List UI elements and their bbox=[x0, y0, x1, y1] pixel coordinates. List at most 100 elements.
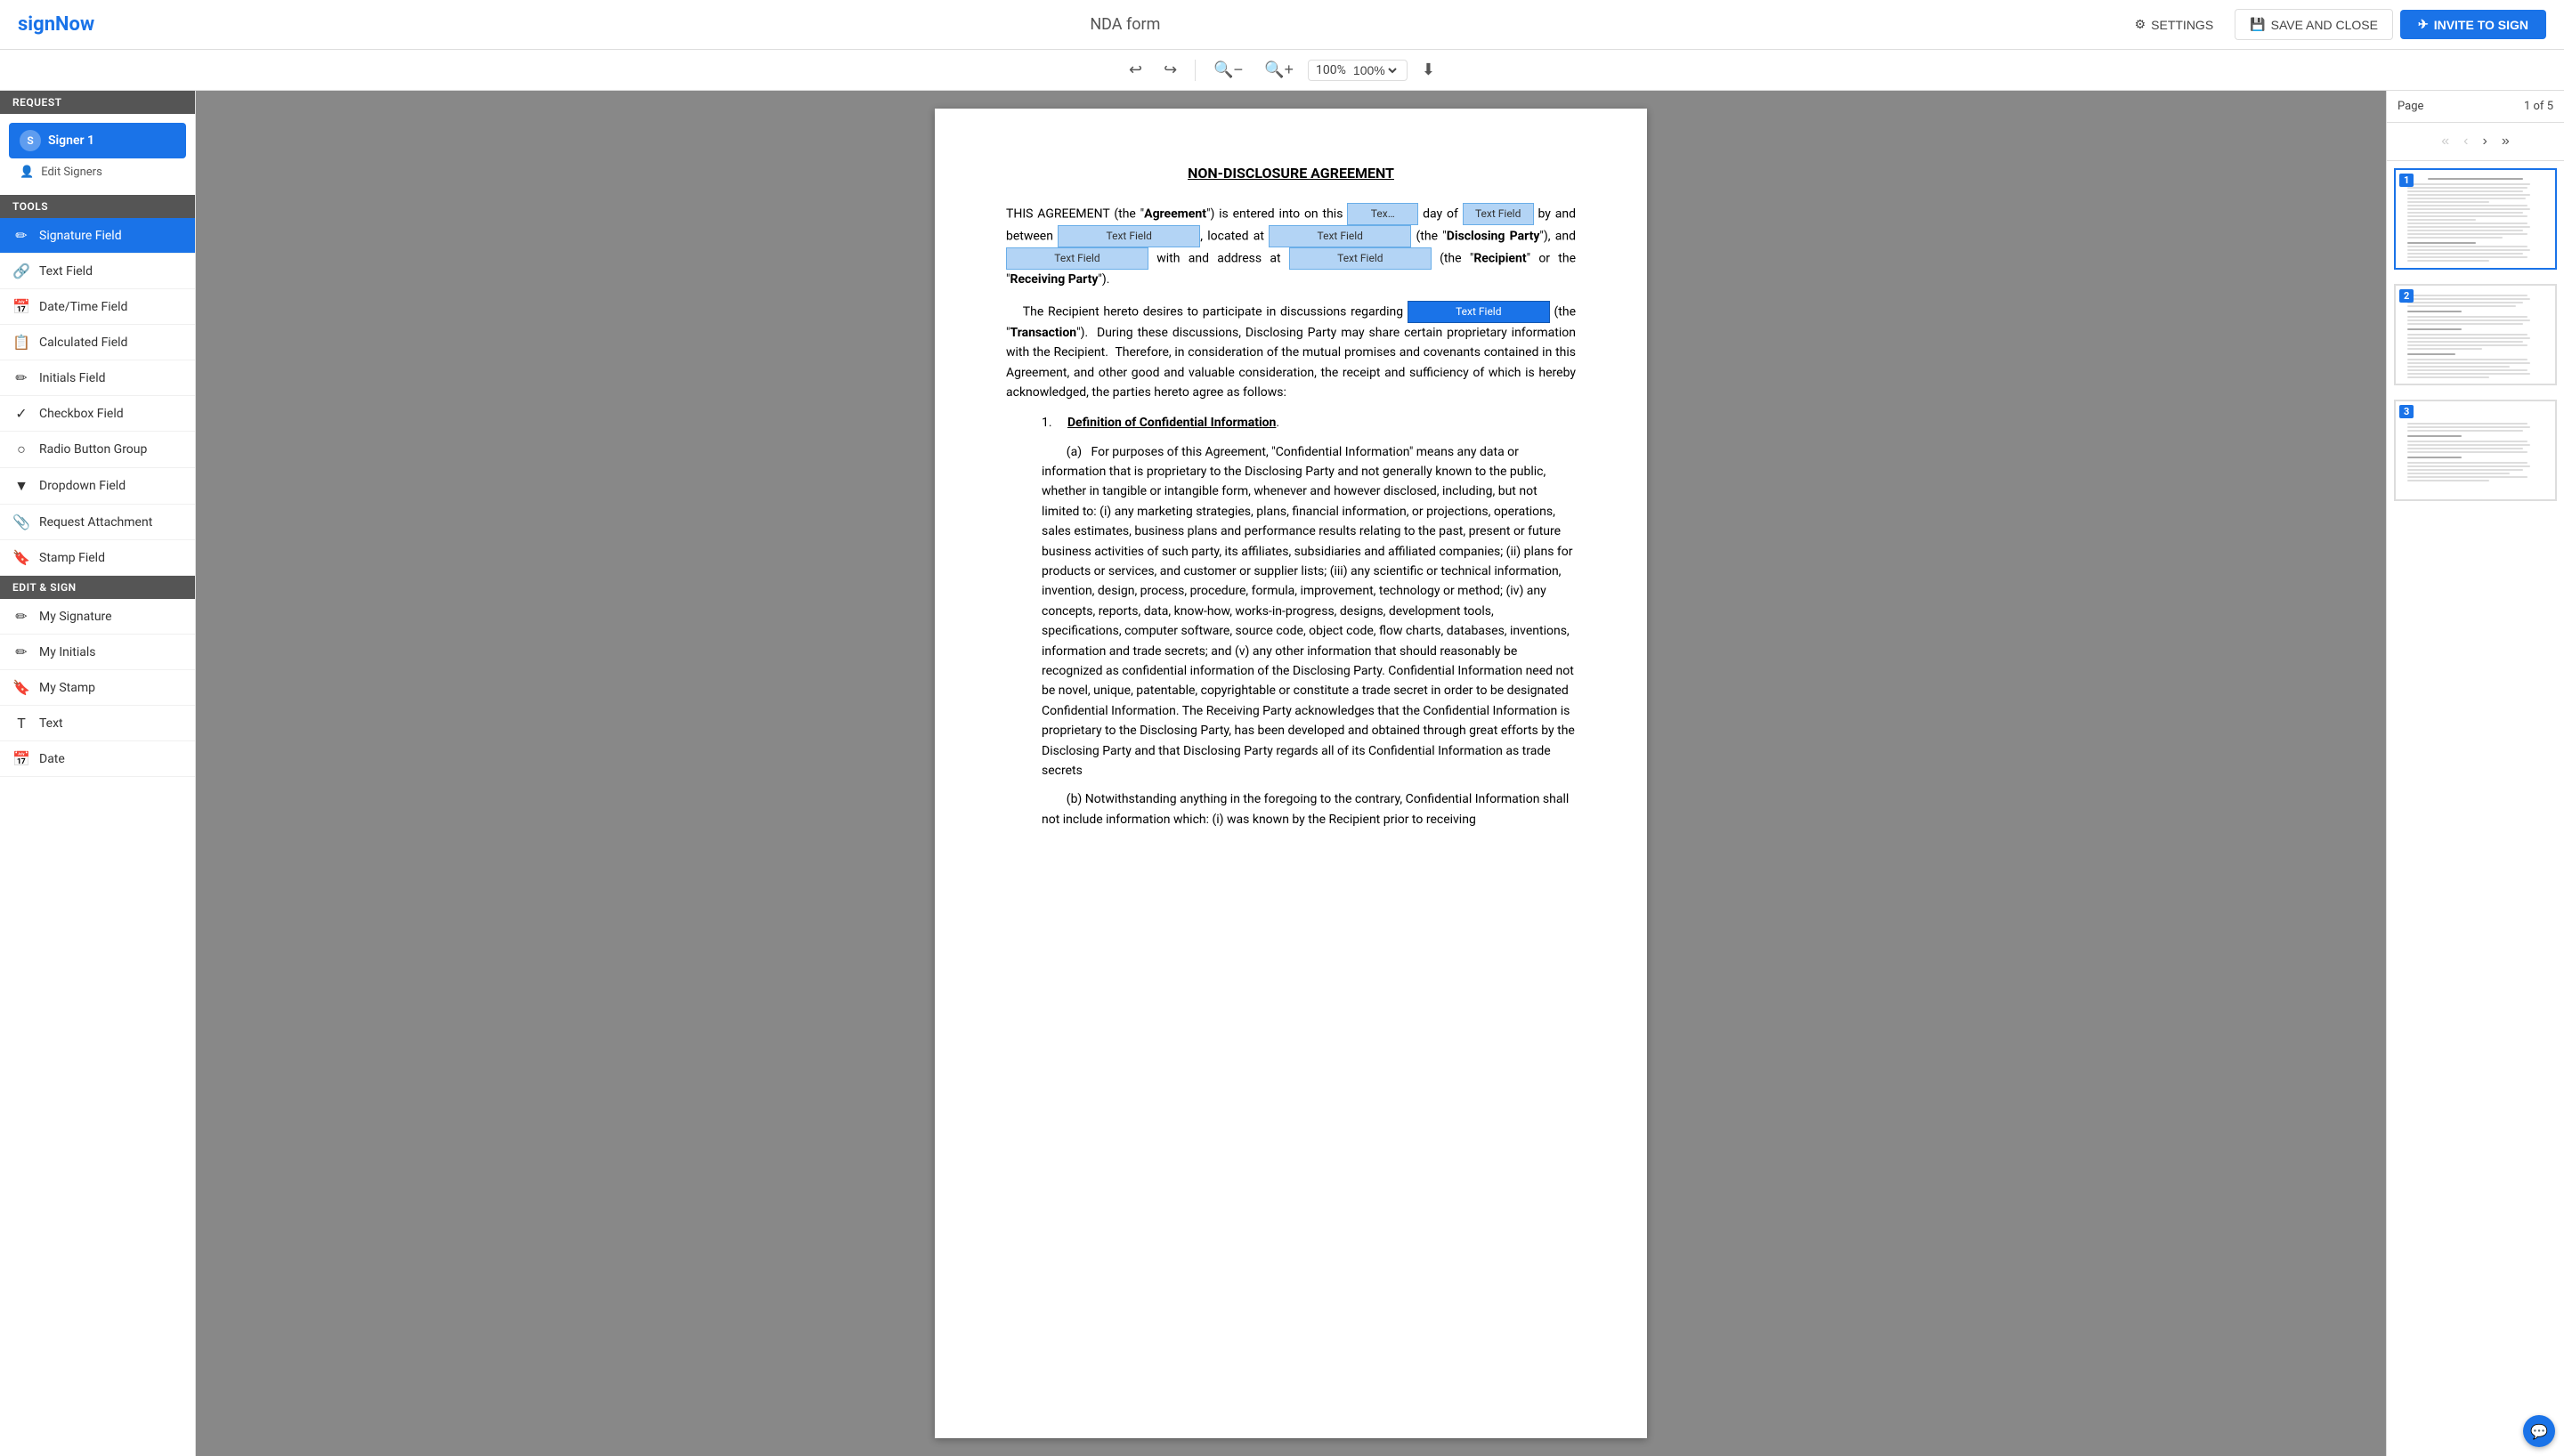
sidebar-item-checkbox-field[interactable]: ✓ Checkbox Field bbox=[0, 396, 195, 432]
thumb-img-3 bbox=[2396, 401, 2555, 499]
paragraph-1: THIS AGREEMENT (the "Agreement") is ente… bbox=[1006, 203, 1576, 290]
text-field-transaction[interactable]: Text Field bbox=[1408, 301, 1550, 323]
datetime-icon: 📅 bbox=[12, 298, 30, 315]
date-label: Date bbox=[39, 752, 65, 766]
settings-button[interactable]: ⚙ SETTINGS bbox=[2121, 10, 2228, 39]
sidebar-item-stamp-field[interactable]: 🔖 Stamp Field bbox=[0, 540, 195, 576]
zoom-out-button[interactable]: 🔍− bbox=[1206, 57, 1250, 83]
stamp-field-label: Stamp Field bbox=[39, 551, 105, 565]
undo-button[interactable]: ↩ bbox=[1122, 57, 1149, 83]
sidebar-item-dropdown-field[interactable]: ▼ Dropdown Field bbox=[0, 468, 195, 505]
signer-badge: S Signer 1 bbox=[9, 123, 186, 158]
toolbar: ↩ ↪ 🔍− 🔍+ 100% 50% 75% 100% 125% 150% 20… bbox=[0, 50, 2564, 91]
text-field-month[interactable]: Text Field bbox=[1463, 203, 1534, 225]
text-tool-icon: T bbox=[12, 715, 30, 732]
text-field-date[interactable]: Tex… bbox=[1347, 203, 1418, 225]
sidebar-item-calculated-field[interactable]: 📋 Calculated Field bbox=[0, 325, 195, 360]
text-field-address[interactable]: Text Field bbox=[1289, 247, 1432, 270]
radio-icon: ○ bbox=[12, 441, 30, 458]
page-thumbnail-3[interactable]: 3 bbox=[2394, 400, 2557, 501]
initials-icon: ✏ bbox=[12, 369, 30, 386]
edit-sign-section-header: Edit & Sign bbox=[0, 576, 195, 599]
sidebar-item-initials-field[interactable]: ✏ Initials Field bbox=[0, 360, 195, 396]
save-and-close-button[interactable]: 💾 SAVE AND CLOSE bbox=[2235, 9, 2393, 40]
main-layout: Request S Signer 1 👤 Edit Signers Tools … bbox=[0, 91, 2564, 1456]
my-stamp-label: My Stamp bbox=[39, 681, 95, 695]
sidebar-item-text[interactable]: T Text bbox=[0, 706, 195, 741]
sidebar-item-my-signature[interactable]: ✏ My Signature bbox=[0, 599, 195, 635]
document-page: NON-DISCLOSURE AGREEMENT THIS AGREEMENT … bbox=[935, 109, 1647, 1438]
edit-signers-label: Edit Signers bbox=[41, 166, 102, 179]
zoom-control[interactable]: 100% 50% 75% 100% 125% 150% 200% bbox=[1308, 60, 1408, 81]
section-1: 1. Definition of Confidential Informatio… bbox=[1042, 413, 1576, 829]
my-signature-label: My Signature bbox=[39, 610, 112, 624]
paragraph-2: The Recipient hereto desires to particip… bbox=[1006, 301, 1576, 403]
last-page-button[interactable]: » bbox=[2498, 130, 2513, 153]
thumb-page-num-1: 1 bbox=[2399, 174, 2414, 187]
sidebar-item-datetime-field[interactable]: 📅 Date/Time Field bbox=[0, 289, 195, 325]
gear-icon: ⚙ bbox=[2135, 17, 2146, 32]
section-1-sub-a-text: For purposes of this Agreement, "Confide… bbox=[1042, 445, 1575, 778]
datetime-field-label: Date/Time Field bbox=[39, 300, 127, 314]
dropdown-field-label: Dropdown Field bbox=[39, 479, 126, 493]
header-actions: ⚙ SETTINGS 💾 SAVE AND CLOSE ✈ INVITE TO … bbox=[2121, 9, 2546, 40]
text-field-label: Text Field bbox=[39, 264, 93, 279]
stamp-icon: 🔖 bbox=[12, 549, 30, 566]
my-initials-label: My Initials bbox=[39, 645, 96, 659]
date-tool-icon: 📅 bbox=[12, 750, 30, 767]
sidebar-item-my-initials[interactable]: ✏ My Initials bbox=[0, 635, 195, 670]
sidebar-item-radio-group[interactable]: ○ Radio Button Group bbox=[0, 432, 195, 468]
my-initials-icon: ✏ bbox=[12, 643, 30, 660]
page-label: Page bbox=[2398, 100, 2423, 113]
document-area: NON-DISCLOSURE AGREEMENT THIS AGREEMENT … bbox=[196, 91, 2386, 1456]
person-icon: 👤 bbox=[20, 166, 34, 179]
thumb-page-num-3: 3 bbox=[2399, 405, 2414, 418]
doc-heading: NON-DISCLOSURE AGREEMENT bbox=[1006, 162, 1576, 185]
request-attachment-label: Request Attachment bbox=[39, 515, 152, 530]
edit-signers-button[interactable]: 👤 Edit Signers bbox=[9, 158, 186, 186]
text-field-party1[interactable]: Text Field bbox=[1058, 225, 1200, 247]
prev-page-button[interactable]: ‹ bbox=[2460, 130, 2471, 153]
radio-group-label: Radio Button Group bbox=[39, 442, 147, 457]
sidebar-item-my-stamp[interactable]: 🔖 My Stamp bbox=[0, 670, 195, 706]
section-1-title: Definition of Confidential Information bbox=[1067, 416, 1276, 430]
invite-to-sign-button[interactable]: ✈ INVITE TO SIGN bbox=[2400, 10, 2546, 39]
zoom-in-button[interactable]: 🔍+ bbox=[1257, 57, 1301, 83]
text-icon: 🔗 bbox=[12, 263, 30, 279]
signature-icon: ✏ bbox=[12, 227, 30, 244]
section-1-sub-b-text: (b) Notwithstanding anything in the fore… bbox=[1042, 792, 1569, 826]
checkbox-icon: ✓ bbox=[12, 405, 30, 422]
next-page-button[interactable]: › bbox=[2479, 130, 2491, 153]
section-1-sub-a: (a) For purposes of this Agreement, "Con… bbox=[1042, 442, 1576, 781]
section-1-sub-b: (b) Notwithstanding anything in the fore… bbox=[1042, 789, 1576, 829]
sidebar-item-date[interactable]: 📅 Date bbox=[0, 741, 195, 777]
first-page-button[interactable]: « bbox=[2438, 130, 2453, 153]
dropdown-icon: ▼ bbox=[12, 477, 30, 495]
text-field-party2[interactable]: Text Field bbox=[1006, 247, 1148, 270]
invite-icon: ✈ bbox=[2418, 17, 2429, 32]
doc-title: NDA form bbox=[130, 15, 2120, 34]
my-stamp-icon: 🔖 bbox=[12, 679, 30, 696]
sidebar-item-signature-field[interactable]: ✏ Signature Field bbox=[0, 218, 195, 254]
tools-section-header: Tools bbox=[0, 195, 195, 218]
download-button[interactable]: ⬇ bbox=[1415, 57, 1442, 83]
zoom-value: 100% bbox=[1316, 63, 1346, 77]
signer-label: Signer 1 bbox=[48, 133, 94, 148]
save-icon: 💾 bbox=[2250, 17, 2265, 32]
my-signature-icon: ✏ bbox=[12, 608, 30, 625]
attachment-icon: 📎 bbox=[12, 514, 30, 530]
chat-button[interactable]: 💬 bbox=[2523, 1415, 2555, 1447]
sidebar-item-request-attachment[interactable]: 📎 Request Attachment bbox=[0, 505, 195, 540]
right-panel: Page 1 of 5 « ‹ › » 1 bbox=[2386, 91, 2564, 1456]
section-1-header: 1. Definition of Confidential Informatio… bbox=[1042, 413, 1576, 433]
page-thumbnail-1[interactable]: 1 bbox=[2394, 168, 2557, 270]
page-thumbnail-2[interactable]: 2 bbox=[2394, 284, 2557, 385]
zoom-select[interactable]: 50% 75% 100% 125% 150% 200% bbox=[1350, 62, 1400, 78]
thumb-img-2 bbox=[2396, 286, 2555, 384]
redo-button[interactable]: ↪ bbox=[1156, 57, 1184, 83]
sidebar-item-text-field[interactable]: 🔗 Text Field bbox=[0, 254, 195, 289]
text-field-location[interactable]: Text Field bbox=[1269, 225, 1411, 247]
page-number: 1 of 5 bbox=[2524, 100, 2553, 113]
request-section-header: Request bbox=[0, 91, 195, 114]
avatar: S bbox=[20, 130, 41, 151]
